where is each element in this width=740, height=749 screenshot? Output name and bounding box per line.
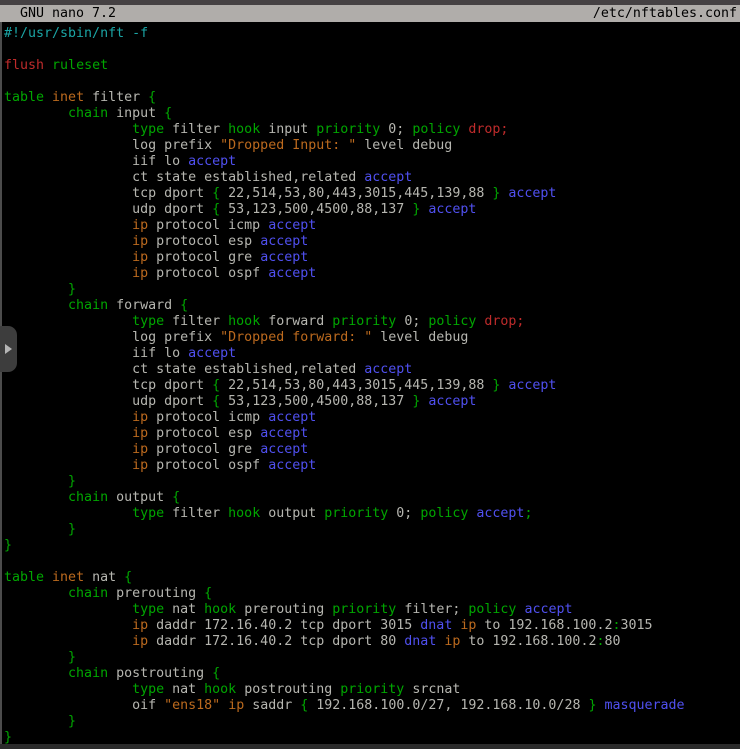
window-chrome-bottom [0,744,740,749]
expand-right-arrow-icon [5,344,12,354]
code-line: iif lo accept [4,154,740,170]
code-line: log prefix "Dropped forward: " level deb… [4,330,740,346]
code-line: tcp dport { 22,514,53,80,443,3015,445,13… [4,186,740,202]
code-line: chain prerouting { [4,586,740,602]
code-line: } [4,650,740,666]
code-line: ip protocol icmp accept [4,410,740,426]
code-line: iif lo accept [4,346,740,362]
code-line: ip protocol gre accept [4,250,740,266]
code-line: type filter hook forward priority 0; pol… [4,314,740,330]
code-line: #!/usr/sbin/nft -f [4,26,740,42]
code-line [4,74,740,90]
code-line: } [4,538,740,554]
code-line: log prefix "Dropped Input: " level debug [4,138,740,154]
file-path: /etc/nftables.conf [593,5,737,22]
code-line: udp dport { 53,123,500,4500,88,137 } acc… [4,394,740,410]
code-line: ip protocol gre accept [4,442,740,458]
code-line: type nat hook postrouting priority srcna… [4,682,740,698]
console-sidebar-handle[interactable] [0,326,17,372]
editor-lines: #!/usr/sbin/nft -f flush ruleset table ine… [4,26,740,744]
window-left-edge [0,22,2,744]
code-line: chain postrouting { [4,666,740,682]
code-line: udp dport { 53,123,500,4500,88,137 } acc… [4,202,740,218]
code-line: type filter hook output priority 0; poli… [4,506,740,522]
code-line: ip daddr 172.16.40.2 tcp dport 3015 dnat… [4,618,740,634]
code-line: chain output { [4,490,740,506]
code-line: } [4,474,740,490]
code-line: oif "ens18" ip saddr { 192.168.100.0/27,… [4,698,740,714]
code-line: table inet nat { [4,570,740,586]
code-line: } [4,730,740,744]
code-line: ct state established,related accept [4,362,740,378]
code-line: ip daddr 172.16.40.2 tcp dport 80 dnat i… [4,634,740,650]
code-line: flush ruleset [4,58,740,74]
nano-app-title: GNU nano 7.2 [20,5,116,22]
code-line [4,42,740,58]
code-line: } [4,522,740,538]
code-line: ct state established,related accept [4,170,740,186]
code-line: ip protocol ospf accept [4,266,740,282]
code-line: ip protocol esp accept [4,234,740,250]
code-line: type nat hook prerouting priority filter… [4,602,740,618]
code-line: chain input { [4,106,740,122]
nano-titlebar: GNU nano 7.2 /etc/nftables.conf [0,5,740,22]
terminal-editor[interactable]: #!/usr/sbin/nft -f flush ruleset table ine… [0,22,740,744]
code-line [4,554,740,570]
code-line: } [4,714,740,730]
code-line: chain forward { [4,298,740,314]
code-line: table inet filter { [4,90,740,106]
code-line: ip protocol icmp accept [4,218,740,234]
code-line: ip protocol esp accept [4,426,740,442]
code-line: tcp dport { 22,514,53,80,443,3015,445,13… [4,378,740,394]
code-line: ip protocol ospf accept [4,458,740,474]
code-line: } [4,282,740,298]
code-line: type filter hook input priority 0; polic… [4,122,740,138]
